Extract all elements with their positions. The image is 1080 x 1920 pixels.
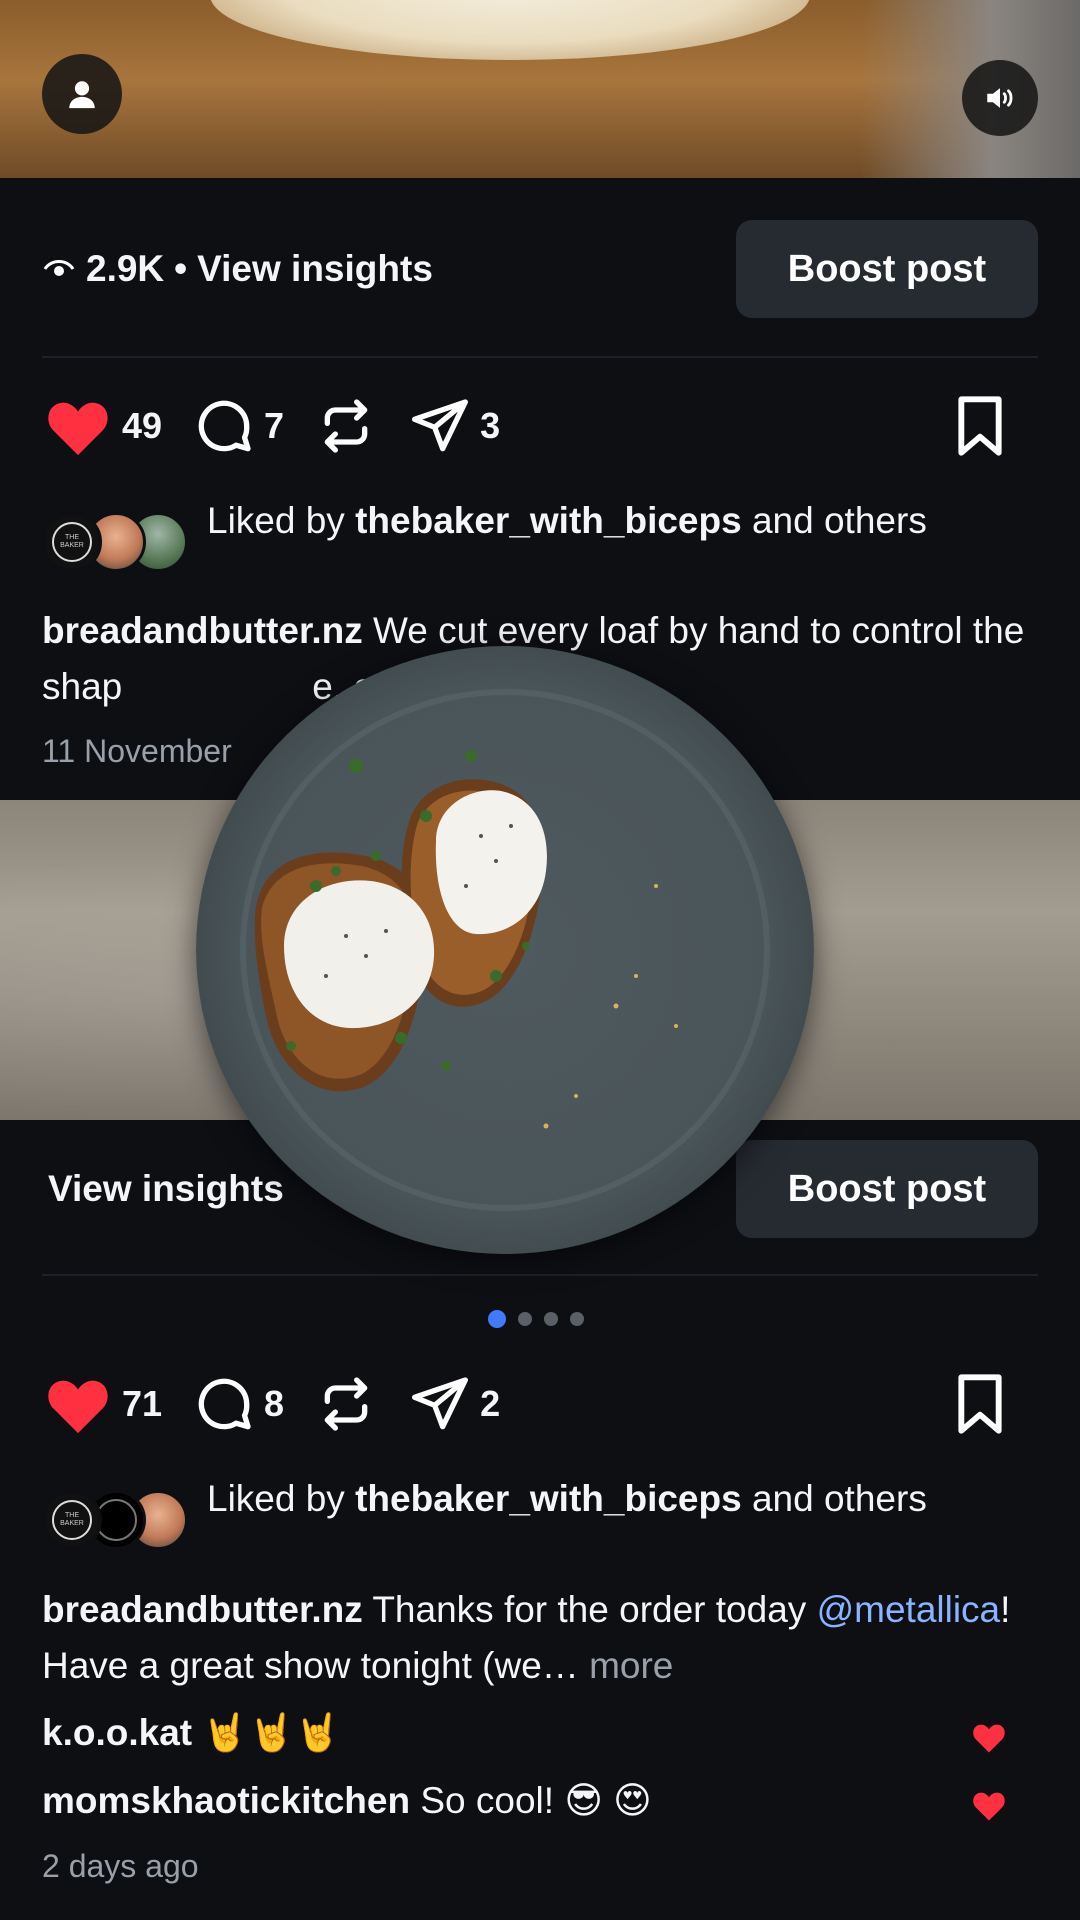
avatar-label: THE BAKER — [52, 522, 92, 562]
caption: breadandbutter.nz Thanks for the order t… — [42, 1582, 1042, 1694]
comment-item: momskhaotickitchen So cool! 😎 😍 — [42, 1776, 1038, 1826]
like-button[interactable]: 71 — [42, 1372, 162, 1436]
save-button[interactable] — [952, 394, 1008, 463]
poached-eggs-on-toast — [240, 689, 770, 1211]
profile-button[interactable] — [42, 54, 122, 134]
view-insights-label: View insights — [48, 1168, 284, 1209]
sound-icon — [987, 88, 1013, 108]
caption-username[interactable]: breadandbutter.nz — [42, 610, 363, 651]
boost-post-button[interactable]: Boost post — [736, 220, 1038, 318]
heart-icon — [48, 1380, 108, 1434]
comment-item: k.o.o.kat 🤘🤘🤘 — [42, 1708, 1038, 1758]
eye-icon — [43, 260, 75, 276]
view-insights-link[interactable]: 2.9K • View insights — [42, 248, 433, 290]
share-icon — [412, 399, 469, 452]
liked-avatars: THE BAKER — [42, 512, 188, 572]
sound-button[interactable] — [962, 60, 1038, 136]
share-icon — [412, 1377, 469, 1430]
carousel-dot — [570, 1312, 584, 1326]
caption-username[interactable]: breadandbutter.nz — [42, 1589, 363, 1630]
view-insights-link[interactable]: View insights — [48, 1168, 284, 1210]
comment-username[interactable]: momskhaotickitchen — [42, 1780, 410, 1821]
comment-like-icon[interactable] — [970, 1788, 1008, 1822]
repost-button[interactable] — [314, 394, 378, 458]
repost-button[interactable] — [314, 1372, 378, 1436]
liked-by-user[interactable]: thebaker_with_biceps — [355, 1478, 742, 1519]
insights-row: 2.9K • View insights Boost post — [42, 220, 1038, 318]
liked-by-user[interactable]: thebaker_with_biceps — [355, 500, 742, 541]
view-insights-label: View insights — [197, 248, 433, 289]
liked-by-row[interactable]: THE BAKER Liked by thebaker_with_biceps … — [42, 1474, 1038, 1574]
avatar: THE BAKER — [42, 512, 102, 572]
liked-by-text: Liked by thebaker_with_biceps and others — [207, 500, 927, 541]
actions-row: 71 8 2 — [42, 1364, 1038, 1444]
caption-mention[interactable]: @metallica — [817, 1589, 1001, 1630]
more-link[interactable]: more — [589, 1645, 673, 1686]
share-button[interactable]: 2 — [408, 1372, 500, 1436]
food-plate-image[interactable] — [196, 646, 814, 1254]
divider — [42, 1274, 1038, 1276]
like-count: 71 — [122, 1383, 163, 1424]
top-media-image[interactable] — [0, 0, 1080, 178]
liked-avatars: THE BAKER — [42, 1490, 188, 1550]
bookmark-icon — [958, 396, 1002, 456]
repost-icon — [324, 399, 368, 453]
avatar: THE BAKER — [42, 1490, 102, 1550]
share-count: 2 — [480, 1383, 501, 1424]
like-count: 49 — [122, 405, 163, 446]
comment-button[interactable]: 8 — [192, 1372, 284, 1436]
bookmark-icon — [958, 1374, 1002, 1434]
repost-icon — [324, 1377, 368, 1431]
caption-text: Thanks for the order today — [372, 1589, 807, 1630]
carousel-dot — [544, 1312, 558, 1326]
comment-username[interactable]: k.o.o.kat — [42, 1712, 192, 1753]
divider — [42, 356, 1038, 358]
liked-by-text: Liked by thebaker_with_biceps and others — [207, 1478, 927, 1519]
share-count: 3 — [480, 405, 501, 446]
bread-image — [210, 0, 810, 60]
comment-icon — [198, 1378, 251, 1430]
heart-icon — [48, 402, 108, 456]
carousel-dot-active — [488, 1310, 506, 1328]
comment-icon — [198, 400, 251, 452]
save-button[interactable] — [952, 1372, 1008, 1441]
share-button[interactable]: 3 — [408, 394, 500, 458]
avatar-label: THE BAKER — [52, 1500, 92, 1540]
comment-text: 🤘🤘🤘 — [202, 1712, 341, 1753]
post-date: 11 November — [42, 733, 232, 769]
comment-count: 8 — [264, 1383, 285, 1424]
comment-count: 7 — [264, 405, 285, 446]
boost-post-button[interactable]: Boost post — [736, 1140, 1038, 1238]
comment-button[interactable]: 7 — [192, 394, 284, 458]
comment-text: So cool! 😎 😍 — [420, 1780, 652, 1821]
carousel-indicator — [488, 1310, 584, 1328]
comment-like-icon[interactable] — [970, 1720, 1008, 1754]
post-date: 2 days ago — [42, 1848, 199, 1884]
profile-icon — [69, 81, 95, 109]
carousel-dot — [518, 1312, 532, 1326]
view-count: 2.9K — [86, 248, 165, 289]
liked-by-row[interactable]: THE BAKER Liked by thebaker_with_biceps … — [42, 496, 1038, 596]
actions-row: 49 7 3 — [42, 386, 1038, 466]
like-button[interactable]: 49 — [42, 394, 162, 458]
